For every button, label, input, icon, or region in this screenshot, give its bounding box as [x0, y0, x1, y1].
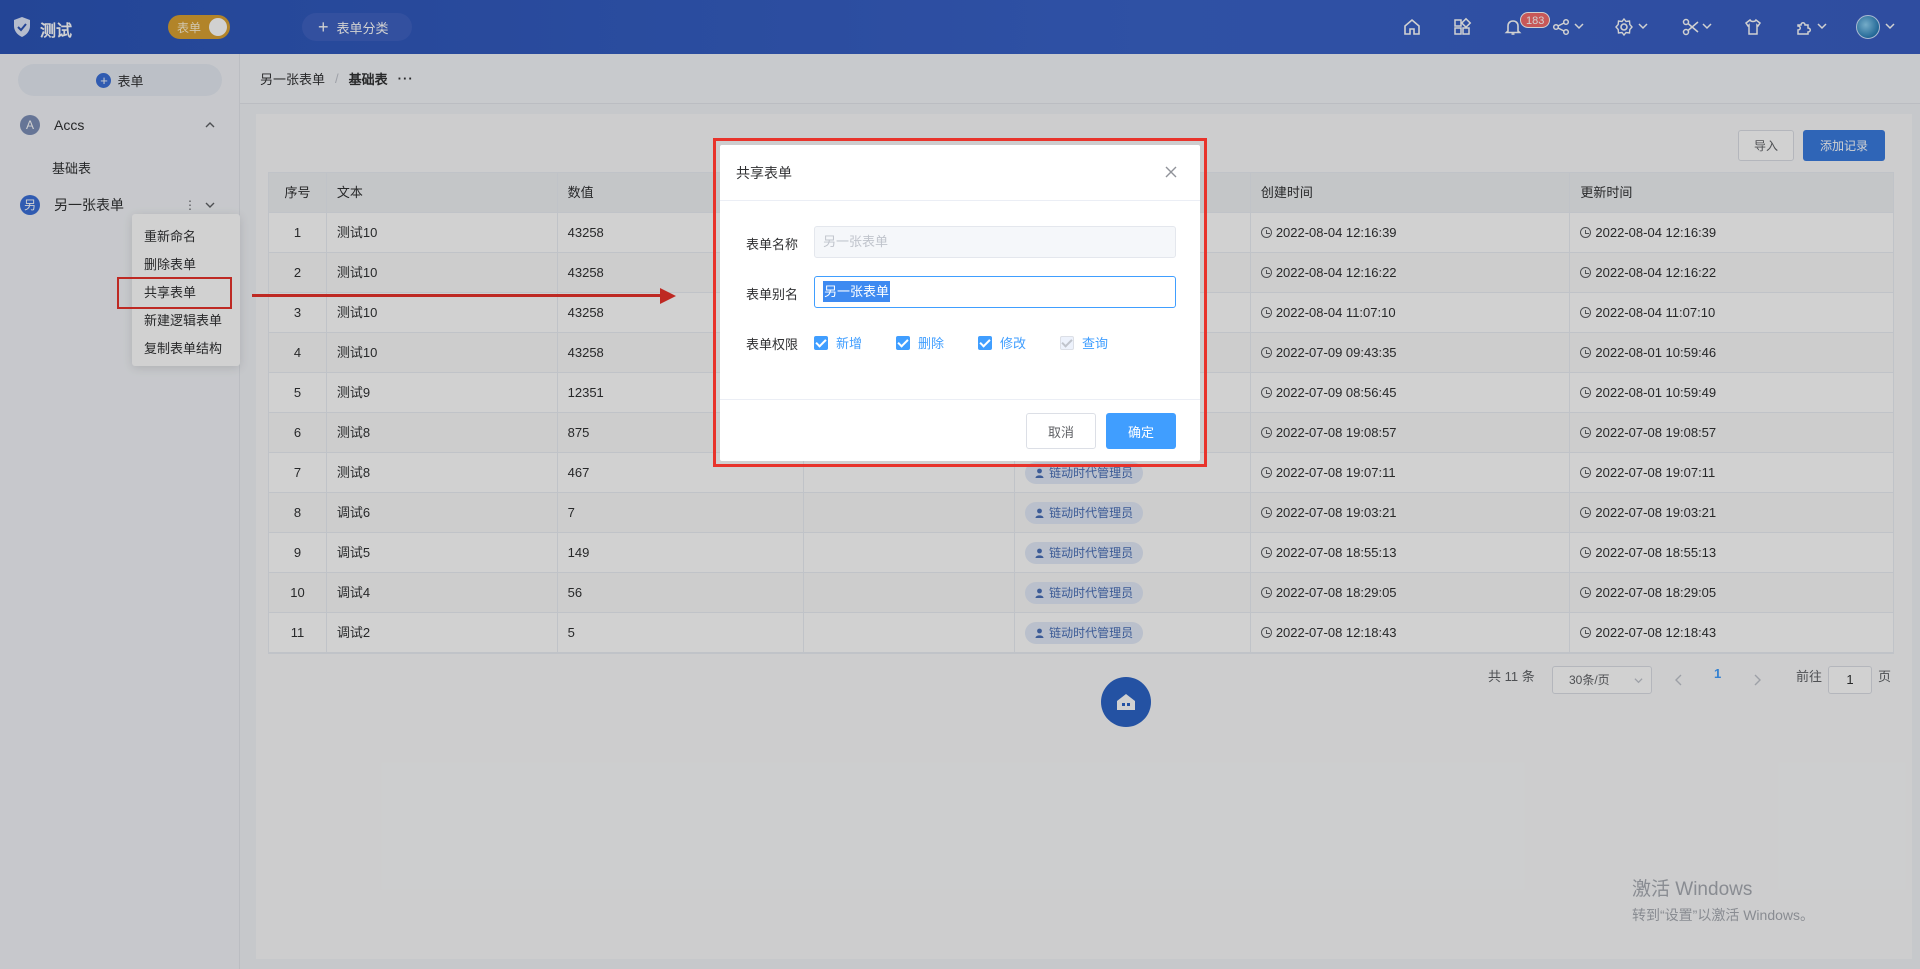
- checkbox-checked-icon: [814, 335, 828, 350]
- close-icon[interactable]: [1164, 165, 1178, 179]
- divider: [720, 399, 1200, 400]
- form-name-label: 表单名称: [746, 237, 799, 252]
- permission-label: 修改: [1000, 336, 1027, 351]
- permission-delete-checkbox[interactable]: 删除: [896, 333, 944, 352]
- form-name-field[interactable]: 另一张表单: [814, 226, 1176, 258]
- permission-label: 新增: [836, 336, 863, 351]
- cancel-button[interactable]: 取消: [1026, 413, 1096, 449]
- divider: [720, 200, 1200, 201]
- permission-edit-checkbox[interactable]: 修改: [978, 333, 1026, 352]
- form-permission-label: 表单权限: [746, 337, 799, 352]
- permission-add-checkbox[interactable]: 新增: [814, 333, 862, 352]
- alias-selected-text: 另一张表单: [823, 281, 891, 302]
- confirm-button[interactable]: 确定: [1106, 413, 1176, 449]
- checkbox-checked-icon: [896, 335, 910, 350]
- form-alias-field[interactable]: 另一张表单: [814, 276, 1176, 308]
- checkbox-checked-disabled-icon: [1060, 335, 1074, 350]
- share-form-dialog: 共享表单 表单名称 另一张表单 表单别名 另一张表单 表单权限 新增 删除 修改…: [720, 145, 1200, 461]
- permission-label: 查询: [1082, 336, 1109, 351]
- permission-query-checkbox: 查询: [1060, 333, 1108, 352]
- dialog-title: 共享表单: [736, 165, 792, 181]
- form-alias-label: 表单别名: [746, 287, 799, 302]
- checkbox-checked-icon: [978, 335, 992, 350]
- permission-label: 删除: [918, 336, 945, 351]
